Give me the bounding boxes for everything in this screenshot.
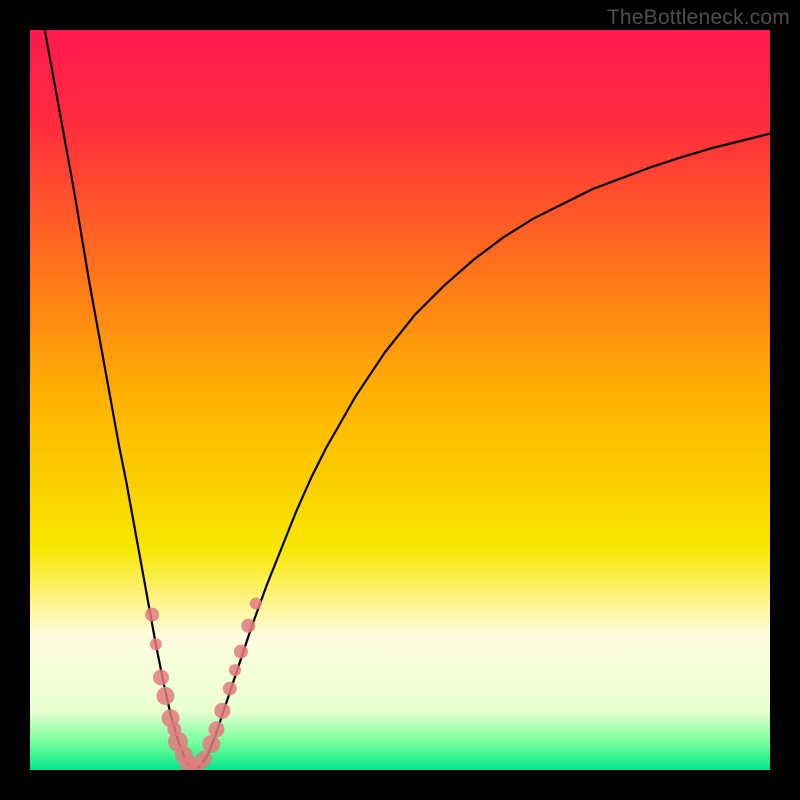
data-dot: [153, 670, 169, 686]
chart-svg: [30, 30, 770, 770]
plot-area: [30, 30, 770, 770]
data-dot: [214, 703, 230, 719]
watermark-text: TheBottleneck.com: [607, 6, 790, 30]
data-dot: [150, 638, 162, 650]
data-dot: [156, 687, 174, 705]
data-dot: [202, 735, 220, 753]
data-dot: [241, 619, 255, 633]
chart-frame: TheBottleneck.com: [0, 0, 800, 800]
data-dot: [234, 645, 248, 659]
data-dot: [229, 664, 241, 676]
data-dot: [223, 682, 237, 696]
data-dot: [196, 751, 212, 767]
data-dot: [250, 598, 262, 610]
data-dot: [208, 721, 224, 737]
gradient-background: [30, 30, 770, 770]
data-dot: [145, 608, 159, 622]
